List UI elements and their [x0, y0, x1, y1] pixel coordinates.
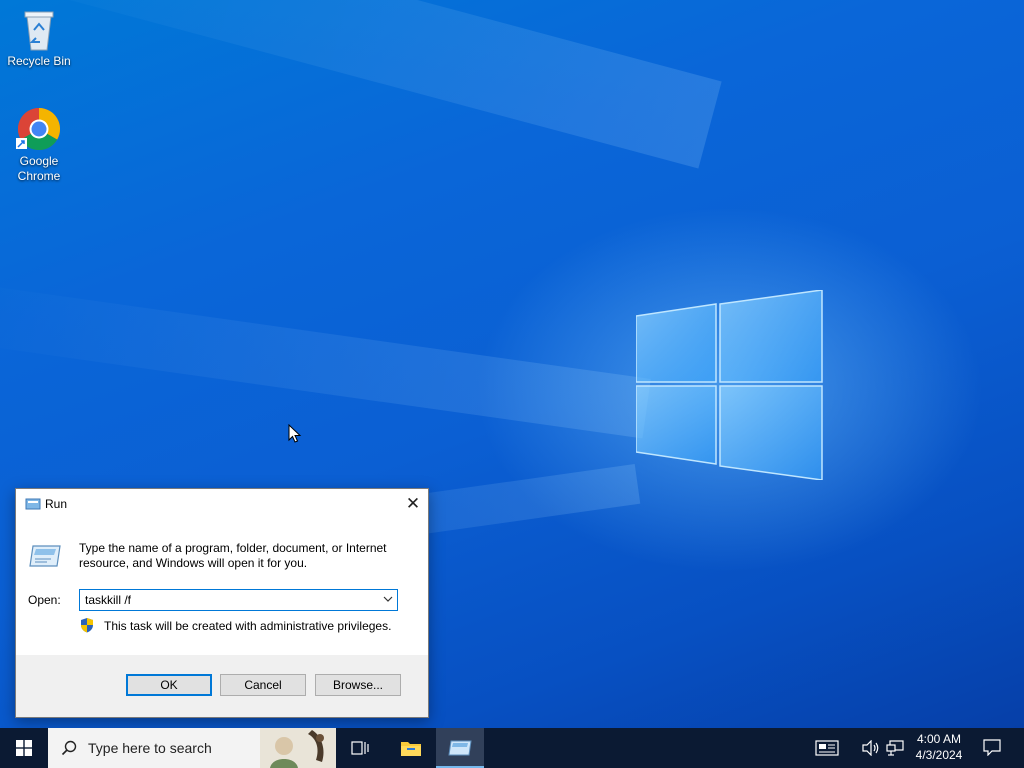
run-dialog-titlebar[interactable]: Run ✕ — [16, 489, 428, 519]
close-icon: ✕ — [405, 494, 421, 513]
search-icon — [61, 740, 77, 756]
news-widget-button[interactable] — [812, 728, 842, 768]
search-placeholder: Type here to search — [88, 740, 212, 756]
desktop-icon-label: Google Chrome — [17, 154, 61, 183]
start-button[interactable] — [0, 728, 48, 768]
open-combobox[interactable]: taskkill /f — [79, 589, 398, 611]
run-program-icon — [29, 545, 61, 567]
uac-shield-icon — [81, 618, 93, 633]
news-icon — [815, 740, 839, 756]
run-dialog-description: Type the name of a program, folder, docu… — [79, 541, 387, 570]
cancel-button[interactable]: Cancel — [220, 674, 306, 696]
close-button[interactable]: ✕ — [398, 489, 428, 519]
search-highlight-image — [260, 728, 336, 768]
network-icon — [886, 740, 904, 756]
action-center-button[interactable] — [978, 728, 1008, 768]
desktop-icon-recycle-bin[interactable]: Recycle Bin — [1, 6, 77, 69]
browse-button[interactable]: Browse... — [315, 674, 401, 696]
run-icon — [25, 498, 41, 510]
light-beam — [0, 0, 722, 169]
desktop-icon-google-chrome[interactable]: Google Chrome — [1, 106, 77, 184]
volume-button[interactable] — [860, 728, 882, 768]
chevron-down-icon[interactable] — [382, 593, 394, 605]
open-label: Open: — [28, 593, 61, 607]
run-dialog: Run ✕ Type the name of a program, folder… — [15, 488, 429, 718]
taskbar-search-box[interactable]: Type here to search — [48, 728, 336, 768]
desktop: Recycle Bin Google Chrome Run ✕ Type the… — [0, 0, 1024, 728]
volume-icon — [862, 740, 879, 756]
taskbar: Type here to search 4:00 AM 4/3/2024 — [0, 728, 1024, 768]
desktop-icon-label: Recycle Bin — [7, 54, 71, 68]
task-view-icon — [351, 741, 369, 755]
file-explorer-button[interactable] — [387, 728, 435, 768]
clock-date: 4/3/2024 — [915, 748, 963, 762]
task-view-button[interactable] — [336, 728, 384, 768]
ok-button[interactable]: OK — [126, 674, 212, 696]
windows-start-icon — [16, 740, 32, 756]
privileges-note: This task will be created with administr… — [104, 619, 392, 633]
file-explorer-icon — [401, 742, 421, 756]
run-dialog-title: Run — [45, 497, 68, 511]
light-beam — [0, 281, 651, 439]
open-input[interactable]: taskkill /f — [85, 593, 131, 607]
notification-icon — [983, 739, 1001, 756]
recycle-bin-icon — [16, 6, 62, 52]
network-button[interactable] — [884, 728, 906, 768]
chrome-icon — [16, 106, 62, 152]
run-taskbar-button[interactable] — [436, 728, 484, 768]
windows-logo-wallpaper — [636, 290, 823, 480]
run-icon — [448, 740, 472, 756]
system-clock[interactable]: 4:00 AM 4/3/2024 — [908, 731, 970, 763]
clock-time: 4:00 AM — [916, 732, 962, 746]
mouse-cursor-icon — [288, 424, 302, 443]
